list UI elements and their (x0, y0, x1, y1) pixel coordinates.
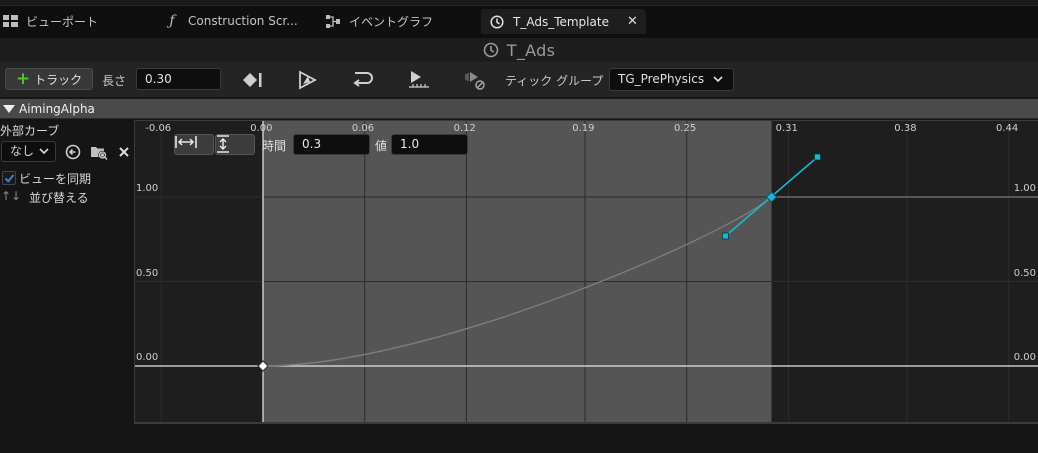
tick-group-value: TG_PrePhysics (618, 72, 705, 86)
autoplay-button[interactable] (294, 68, 320, 92)
tab-bar-top-strip (0, 0, 1038, 6)
tab-label: Construction Scr... (188, 14, 298, 28)
track-header[interactable]: AimingAlpha (0, 99, 1038, 119)
clear-close-icon[interactable] (115, 143, 133, 161)
y-axis-tick-label-right: 0.00 (1013, 352, 1036, 363)
value-label: 値 (375, 139, 388, 153)
y-axis-tick-label-left: 1.00 (136, 183, 159, 194)
y-axis-tick-label-left: 0.00 (136, 352, 159, 363)
value-input[interactable]: 1.0 (391, 134, 468, 155)
zoom-to-fit-vertical-button[interactable] (215, 134, 255, 155)
x-axis-tick-label: 0.19 (572, 123, 595, 134)
sort-label[interactable]: 並び替える (29, 189, 89, 206)
time-label: 時間 (262, 139, 287, 153)
x-axis-tick-label: 0.25 (673, 123, 697, 134)
time-input[interactable]: 0.3 (293, 134, 370, 155)
tab-t-ads-template[interactable]: T_Ads_Template ✕ (481, 9, 646, 34)
event-graph-icon (325, 14, 341, 28)
bottom-empty-area (0, 424, 1038, 453)
browse-folder-icon[interactable] (90, 143, 108, 161)
y-axis-tick-label-right: 1.00 (1013, 183, 1036, 194)
loop-button[interactable] (350, 68, 376, 92)
sync-view-label: ビューを同期 (19, 172, 92, 186)
sync-view-checkbox[interactable] (2, 171, 16, 185)
tab-construction-script[interactable]: ƒ Construction Scr... (164, 9, 298, 33)
track-name: AimingAlpha (19, 102, 95, 116)
sort-arrows-icon[interactable]: ↑↓ (1, 189, 21, 203)
checkmark-icon (4, 174, 15, 183)
autoplay-icon (299, 70, 317, 90)
loop-icon (353, 72, 373, 87)
track-options-panel: 外部カーブ なし ビューを同期 ↑↓ 並び替える (0, 120, 134, 453)
chevron-down-icon (39, 142, 49, 167)
tick-group-label: ティック グループ (505, 74, 604, 88)
replicated-play-icon (409, 71, 429, 88)
add-track-label: トラック (34, 72, 83, 87)
fit-vertical-icon (217, 135, 229, 153)
chevron-down-icon (713, 69, 723, 97)
x-axis-tick-label: 0.31 (775, 123, 798, 134)
curve-graph[interactable]: 時間 0.3 値 1.0 -0.06 0.00 0.06 0.12 0.19 0.25 0.… (134, 120, 1038, 424)
external-curve-value: なし (10, 144, 35, 158)
fit-horizontal-icon (175, 136, 197, 148)
external-curve-dropdown[interactable]: なし (1, 141, 56, 162)
zoom-to-fit-horizontal-button[interactable] (174, 134, 214, 155)
external-curve-label: 外部カーブ (0, 124, 60, 138)
active-timeline-range (263, 121, 772, 422)
timeline-clock-icon (489, 14, 505, 29)
timeline-title: T_Ads (506, 40, 556, 60)
time-dilation-icon (465, 72, 485, 90)
use-selected-asset-icon[interactable] (64, 143, 82, 161)
editor-tab-bar: ビューポート ƒ Construction Scr... イベントグラフ T_A… (0, 0, 1038, 38)
x-axis-tick-label: 0.06 (351, 123, 375, 134)
tab-viewport[interactable]: ビューポート (2, 9, 98, 33)
timeline-title-bar: T_Ads (0, 38, 1038, 62)
timeline-clock-icon (483, 42, 499, 58)
close-tab-icon[interactable]: ✕ (627, 14, 638, 29)
collapse-triangle-icon[interactable] (3, 105, 15, 113)
x-axis-tick-label: 0.00 (250, 123, 273, 134)
tab-event-graph[interactable]: イベントグラフ (325, 9, 433, 33)
viewport-grid-icon (2, 14, 18, 28)
x-axis-tick-label: -0.06 (145, 123, 172, 134)
use-last-keyframe-button[interactable] (239, 68, 265, 92)
length-input[interactable]: 0.30 (136, 68, 221, 90)
length-label: 長さ (102, 74, 127, 88)
timeline-toolbar: + トラック 長さ 0.30 ティック グループ TG_PrePhysics (0, 62, 1038, 98)
keyframe-diamond-icon (243, 73, 262, 87)
tab-label: T_Ads_Template (513, 14, 609, 29)
tab-label: イベントグラフ (349, 14, 434, 29)
add-track-button[interactable]: + トラック (5, 68, 93, 90)
replicated-button[interactable] (406, 68, 432, 92)
curve-canvas[interactable] (135, 121, 1038, 424)
tick-group-dropdown[interactable]: TG_PrePhysics (609, 68, 734, 91)
x-axis-tick-label: 0.38 (894, 123, 917, 134)
x-axis-tick-label: 0.44 (996, 123, 1019, 134)
ignore-time-dilation-button[interactable] (463, 68, 489, 92)
plus-icon: + (15, 68, 31, 89)
tangent-handle-in[interactable] (722, 232, 729, 240)
y-axis-tick-label-left: 0.50 (136, 267, 159, 279)
x-axis-tick-label: 0.12 (453, 123, 476, 134)
tab-label: ビューポート (26, 14, 99, 29)
function-icon: ƒ (169, 13, 175, 29)
tangent-handle-out[interactable] (814, 153, 821, 161)
y-axis-tick-label-right: 0.50 (1013, 267, 1036, 279)
